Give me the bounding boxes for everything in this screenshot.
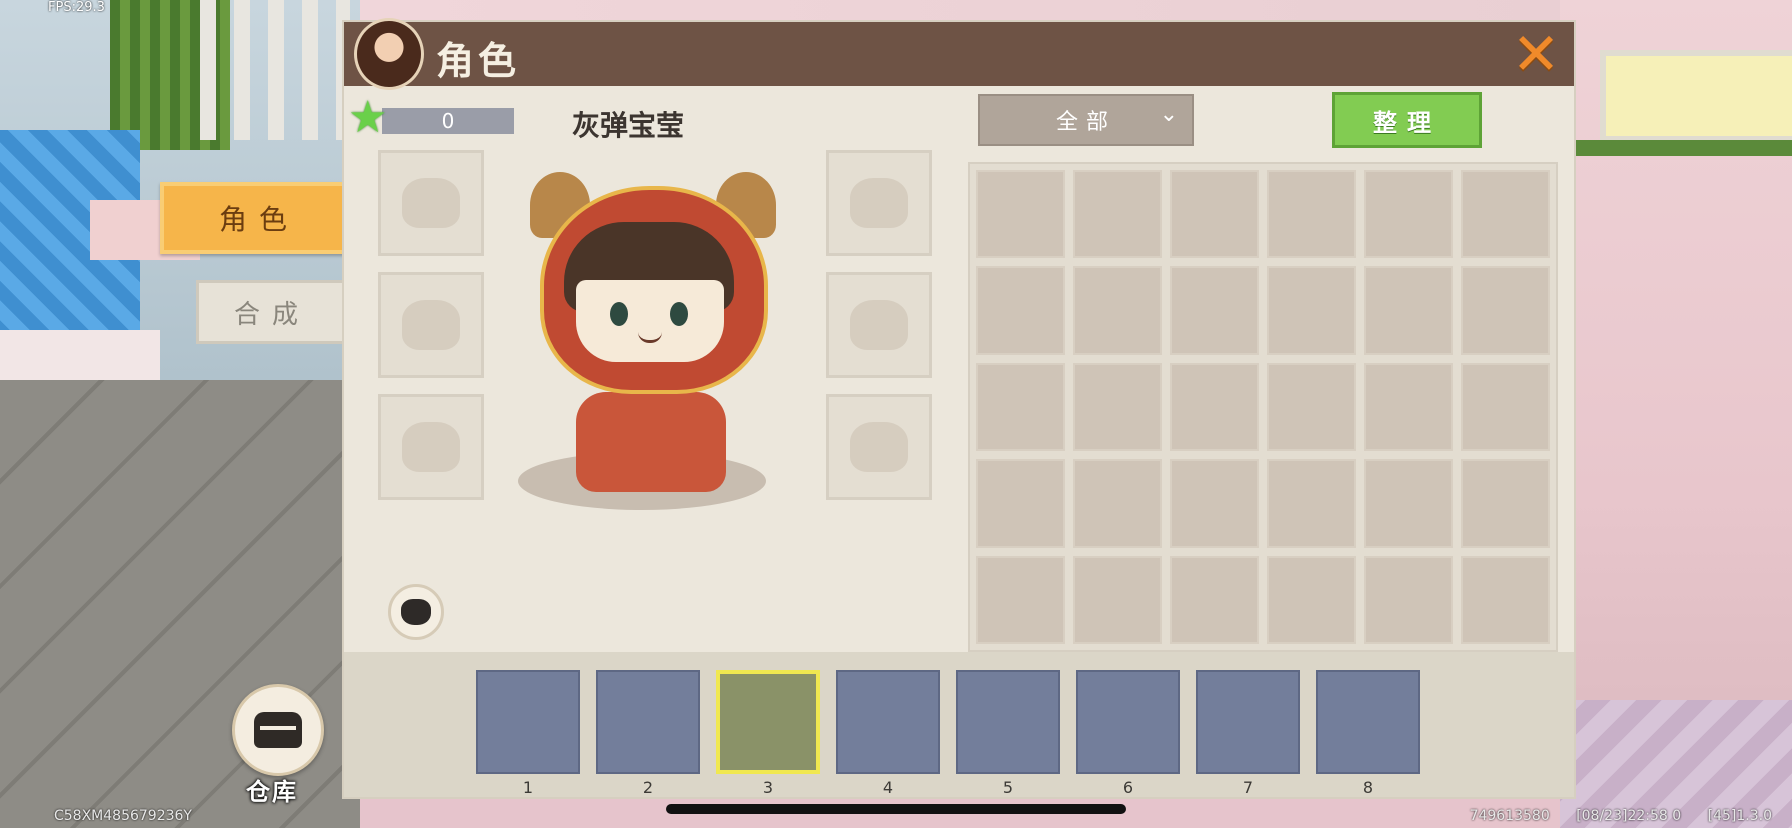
version: [45]1.3.0 xyxy=(1707,808,1772,824)
hotbar-number: 6 xyxy=(1122,778,1134,797)
hotbar-slot-4[interactable] xyxy=(836,670,940,774)
inventory-slot[interactable] xyxy=(1461,459,1550,548)
chest-icon xyxy=(254,712,302,748)
inventory-slot[interactable] xyxy=(1170,170,1259,259)
inventory-slot[interactable] xyxy=(1170,459,1259,548)
inventory-slot[interactable] xyxy=(1073,555,1162,644)
inventory-slot[interactable] xyxy=(1267,170,1356,259)
character-preview[interactable] xyxy=(518,162,776,512)
sort-button[interactable]: 整理 xyxy=(1332,92,1482,148)
inventory-slot[interactable] xyxy=(1073,459,1162,548)
chevron-down-icon: ⌄ xyxy=(1159,102,1178,127)
pet-button[interactable] xyxy=(388,584,444,640)
hotbar-number: 4 xyxy=(882,778,894,797)
pet-icon xyxy=(401,599,431,625)
inventory-slot[interactable] xyxy=(1170,266,1259,355)
leg-armor-icon xyxy=(402,422,460,472)
fps-counter: FPS:29.3 xyxy=(48,0,105,15)
hotbar-number: 2 xyxy=(642,778,654,797)
hotbar-number: 1 xyxy=(522,778,534,797)
hotbar-number: 8 xyxy=(1362,778,1374,797)
tab-craft-label: 合成 xyxy=(233,299,310,330)
hotbar-slot-6[interactable] xyxy=(1076,670,1180,774)
inventory-grid xyxy=(968,162,1558,652)
user-id: 749613580 xyxy=(1469,808,1550,824)
helmet-icon xyxy=(402,178,460,228)
sort-button-label: 整理 xyxy=(1373,108,1441,137)
filter-selected-label: 全部 xyxy=(1055,110,1116,135)
background-rail xyxy=(1560,140,1792,156)
character-eye-left xyxy=(610,302,628,326)
hotbar-slot-2[interactable] xyxy=(596,670,700,774)
inventory-slot[interactable] xyxy=(1267,362,1356,452)
device-id: C58XM485679236Y xyxy=(54,808,192,824)
inventory-slot[interactable] xyxy=(976,170,1065,259)
inventory-slot[interactable] xyxy=(976,362,1065,452)
tab-role[interactable]: 角色 xyxy=(160,182,358,254)
hotbar-number: 5 xyxy=(1002,778,1014,797)
tab-craft[interactable]: 合成 xyxy=(196,280,348,344)
inventory-slot[interactable] xyxy=(1267,459,1356,548)
background-floor xyxy=(0,380,400,828)
star-icon: ★ xyxy=(348,92,388,143)
background-fence xyxy=(200,0,350,140)
boots-icon xyxy=(850,178,908,228)
helmet-slot[interactable] xyxy=(378,150,484,256)
inventory-slot[interactable] xyxy=(1461,362,1550,452)
accessory-slot[interactable] xyxy=(826,272,932,378)
timestamp: [08/23]22:58 0 xyxy=(1576,808,1682,824)
inventory-slot[interactable] xyxy=(1461,266,1550,355)
panel-title: 角色 xyxy=(436,39,521,83)
hotbar-number: 7 xyxy=(1242,778,1254,797)
panel-header: 角色 ✕ xyxy=(344,18,1574,90)
character-panel: 角色 ✕ 0 ★ 灰弹宝莹 全部 ⌄ 整理 1 2 3 4 5 6 7 8 xyxy=(344,18,1574,797)
avatar[interactable] xyxy=(354,18,424,90)
inventory-slot[interactable] xyxy=(1364,266,1453,355)
character-body xyxy=(576,392,726,492)
leg-armor-slot[interactable] xyxy=(378,394,484,500)
inventory-slot[interactable] xyxy=(1364,555,1453,644)
inventory-slot[interactable] xyxy=(976,555,1065,644)
inventory-slot[interactable] xyxy=(1461,170,1550,259)
inventory-slot[interactable] xyxy=(1364,170,1453,259)
wings-icon xyxy=(850,422,908,472)
character-face xyxy=(576,280,724,362)
boots-slot[interactable] xyxy=(826,150,932,256)
inventory-slot[interactable] xyxy=(1073,266,1162,355)
accessory-icon xyxy=(850,300,908,350)
warehouse-button[interactable] xyxy=(232,684,324,776)
inventory-slot[interactable] xyxy=(1267,555,1356,644)
inventory-slot[interactable] xyxy=(976,459,1065,548)
tab-role-label: 角色 xyxy=(218,203,299,236)
chest-armor-icon xyxy=(402,300,460,350)
inventory-slot[interactable] xyxy=(976,266,1065,355)
hotbar-slot-1[interactable] xyxy=(476,670,580,774)
star-counter: 0 xyxy=(382,108,514,134)
home-indicator[interactable] xyxy=(666,804,1126,814)
inventory-slot[interactable] xyxy=(1267,266,1356,355)
close-button[interactable]: ✕ xyxy=(1508,25,1564,83)
character-name: 灰弹宝莹 xyxy=(572,109,685,142)
character-eye-right xyxy=(670,302,688,326)
hotbar-number: 3 xyxy=(762,778,774,797)
close-icon: ✕ xyxy=(1511,20,1561,88)
background-window xyxy=(1600,50,1792,142)
inventory-slot[interactable] xyxy=(1073,362,1162,452)
inventory-slot[interactable] xyxy=(1364,459,1453,548)
inventory-slot[interactable] xyxy=(1170,555,1259,644)
hotbar-slot-3[interactable] xyxy=(716,670,820,774)
hotbar-slot-5[interactable] xyxy=(956,670,1060,774)
wings-slot[interactable] xyxy=(826,394,932,500)
warehouse-label: 仓库 xyxy=(246,778,298,806)
inventory-slot[interactable] xyxy=(1364,362,1453,452)
inventory-slot[interactable] xyxy=(1073,170,1162,259)
filter-dropdown[interactable]: 全部 ⌄ xyxy=(978,94,1194,146)
background-top-strip xyxy=(360,0,1560,24)
inventory-slot[interactable] xyxy=(1170,362,1259,452)
hotbar-slot-8[interactable] xyxy=(1316,670,1420,774)
inventory-slot[interactable] xyxy=(1461,555,1550,644)
hotbar-slot-7[interactable] xyxy=(1196,670,1300,774)
chest-armor-slot[interactable] xyxy=(378,272,484,378)
status-info: 749613580 [08/23]22:58 0 [45]1.3.0 xyxy=(1448,808,1772,824)
